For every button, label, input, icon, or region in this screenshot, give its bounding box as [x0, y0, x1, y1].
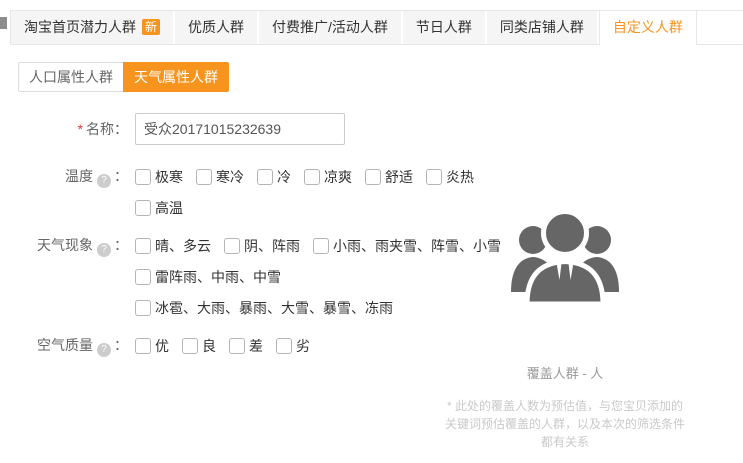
temperature-label: 温度?： — [0, 167, 135, 218]
checkbox-input[interactable] — [135, 300, 151, 316]
help-icon[interactable]: ? — [97, 174, 111, 188]
checkbox-input[interactable] — [182, 338, 198, 354]
tab-custom-audience[interactable]: 自定义人群 — [599, 11, 697, 45]
checkbox-sunny-cloudy[interactable]: 晴、多云 — [135, 236, 211, 256]
tab-similar-shop-audience[interactable]: 同类店铺人群 — [487, 11, 599, 44]
required-asterisk: * — [78, 121, 83, 137]
checkbox-input[interactable] — [135, 238, 151, 254]
checkbox-hail-heavy-rain-blizzard-freezing-rain[interactable]: 冰雹、大雨、暴雨、大雪、暴雪、冻雨 — [135, 298, 393, 318]
checkbox-cold[interactable]: 寒冷 — [196, 167, 244, 187]
tab-label: 优质人群 — [188, 19, 244, 35]
temperature-row-1: 极寒 寒冷 冷 凉爽 舒适 炎热 — [135, 167, 487, 187]
checkbox-input[interactable] — [426, 169, 442, 185]
temperature-group: 温度?： 极寒 寒冷 冷 凉爽 舒适 炎热 高温 — [0, 167, 470, 218]
audience-tabbar: 淘宝首页潜力人群新 优质人群 付费推广/活动人群 节日人群 同类店铺人群 自定义… — [10, 10, 743, 45]
air-quality-row-1: 优 良 差 劣 — [135, 336, 470, 356]
subtab-demographic-audience[interactable]: 人口属性人群 — [18, 62, 124, 92]
name-row: *名称： — [0, 113, 470, 145]
tab-taobao-homepage-potential[interactable]: 淘宝首页潜力人群新 — [10, 11, 175, 44]
air-quality-group: 空气质量?： 优 良 差 劣 — [0, 336, 470, 357]
checkbox-air-poor[interactable]: 差 — [229, 336, 263, 356]
checkbox-cool[interactable]: 凉爽 — [304, 167, 352, 187]
checkbox-air-good[interactable]: 良 — [182, 336, 216, 356]
checkbox-input[interactable] — [135, 169, 151, 185]
checkbox-overcast-showers[interactable]: 阴、阵雨 — [224, 236, 300, 256]
checkbox-frigid[interactable]: 极寒 — [135, 167, 183, 187]
coverage-note: * 此处的覆盖人数为预估值，与您宝贝添加的 关键词预估覆盖的人群，以及本次的筛选… — [440, 397, 690, 451]
checkbox-input[interactable] — [257, 169, 273, 185]
checkbox-chilly[interactable]: 冷 — [257, 167, 291, 187]
tab-label: 同类店铺人群 — [500, 19, 584, 35]
checkbox-input[interactable] — [135, 269, 151, 285]
tab-paid-promo-activity-audience[interactable]: 付费推广/活动人群 — [259, 11, 403, 44]
checkbox-input[interactable] — [313, 238, 329, 254]
tab-festival-audience[interactable]: 节日人群 — [403, 11, 487, 44]
coverage-caption: 覆盖人群 - 人 — [440, 363, 690, 382]
note-line: * 此处的覆盖人数为预估值，与您宝贝添加的 — [440, 397, 690, 415]
tab-label: 节日人群 — [416, 19, 472, 35]
checkbox-input[interactable] — [224, 238, 240, 254]
name-label: *名称： — [0, 113, 135, 145]
subtab-weather-audience[interactable]: 天气属性人群 — [123, 62, 229, 92]
note-line: 关键词预估覆盖的人群，以及本次的筛选条件 — [440, 415, 690, 433]
checkbox-thunderstorm-moderate-rain-snow[interactable]: 雷阵雨、中雨、中雪 — [135, 267, 281, 287]
name-input[interactable] — [135, 113, 345, 145]
tab-label: 付费推广/活动人群 — [272, 19, 388, 35]
checkbox-hot[interactable]: 炎热 — [426, 167, 474, 187]
checkbox-input[interactable] — [135, 338, 151, 354]
checkbox-comfortable[interactable]: 舒适 — [365, 167, 413, 187]
temperature-row-2: 高温 — [135, 198, 487, 218]
audience-group-icon — [504, 200, 626, 315]
help-icon[interactable]: ? — [97, 243, 111, 257]
checkbox-input[interactable] — [229, 338, 245, 354]
tab-quality-audience[interactable]: 优质人群 — [175, 11, 259, 44]
clipped-glyph-fragment — [0, 17, 7, 29]
air-quality-label: 空气质量?： — [0, 336, 135, 357]
checkbox-air-bad[interactable]: 劣 — [276, 336, 310, 356]
checkbox-input[interactable] — [365, 169, 381, 185]
checkbox-input[interactable] — [196, 169, 212, 185]
checkbox-air-excellent[interactable]: 优 — [135, 336, 169, 356]
coverage-summary-panel: 覆盖人群 - 人 * 此处的覆盖人数为预估值，与您宝贝添加的 关键词预估覆盖的人… — [440, 200, 690, 451]
custom-audience-subtabs: 人口属性人群 天气属性人群 — [18, 62, 229, 92]
tab-label: 淘宝首页潜力人群 — [24, 19, 136, 35]
new-badge: 新 — [142, 19, 160, 35]
tab-label: 自定义人群 — [613, 19, 683, 35]
checkbox-input[interactable] — [135, 200, 151, 216]
help-icon[interactable]: ? — [97, 343, 111, 357]
checkbox-input[interactable] — [276, 338, 292, 354]
checkbox-high-temperature[interactable]: 高温 — [135, 198, 183, 218]
checkbox-input[interactable] — [304, 169, 320, 185]
weather-audience-form: *名称： 温度?： 极寒 寒冷 冷 凉爽 舒适 炎热 高温 天气现象?： 晴、多… — [0, 113, 470, 375]
weather-phenomena-group: 天气现象?： 晴、多云 阴、阵雨 小雨、雨夹雪、阵雪、小雪 雷阵雨、中雨、中雪 … — [0, 236, 470, 318]
note-line: 都有关系 — [440, 433, 690, 451]
weather-phenomena-label: 天气现象?： — [0, 236, 135, 318]
